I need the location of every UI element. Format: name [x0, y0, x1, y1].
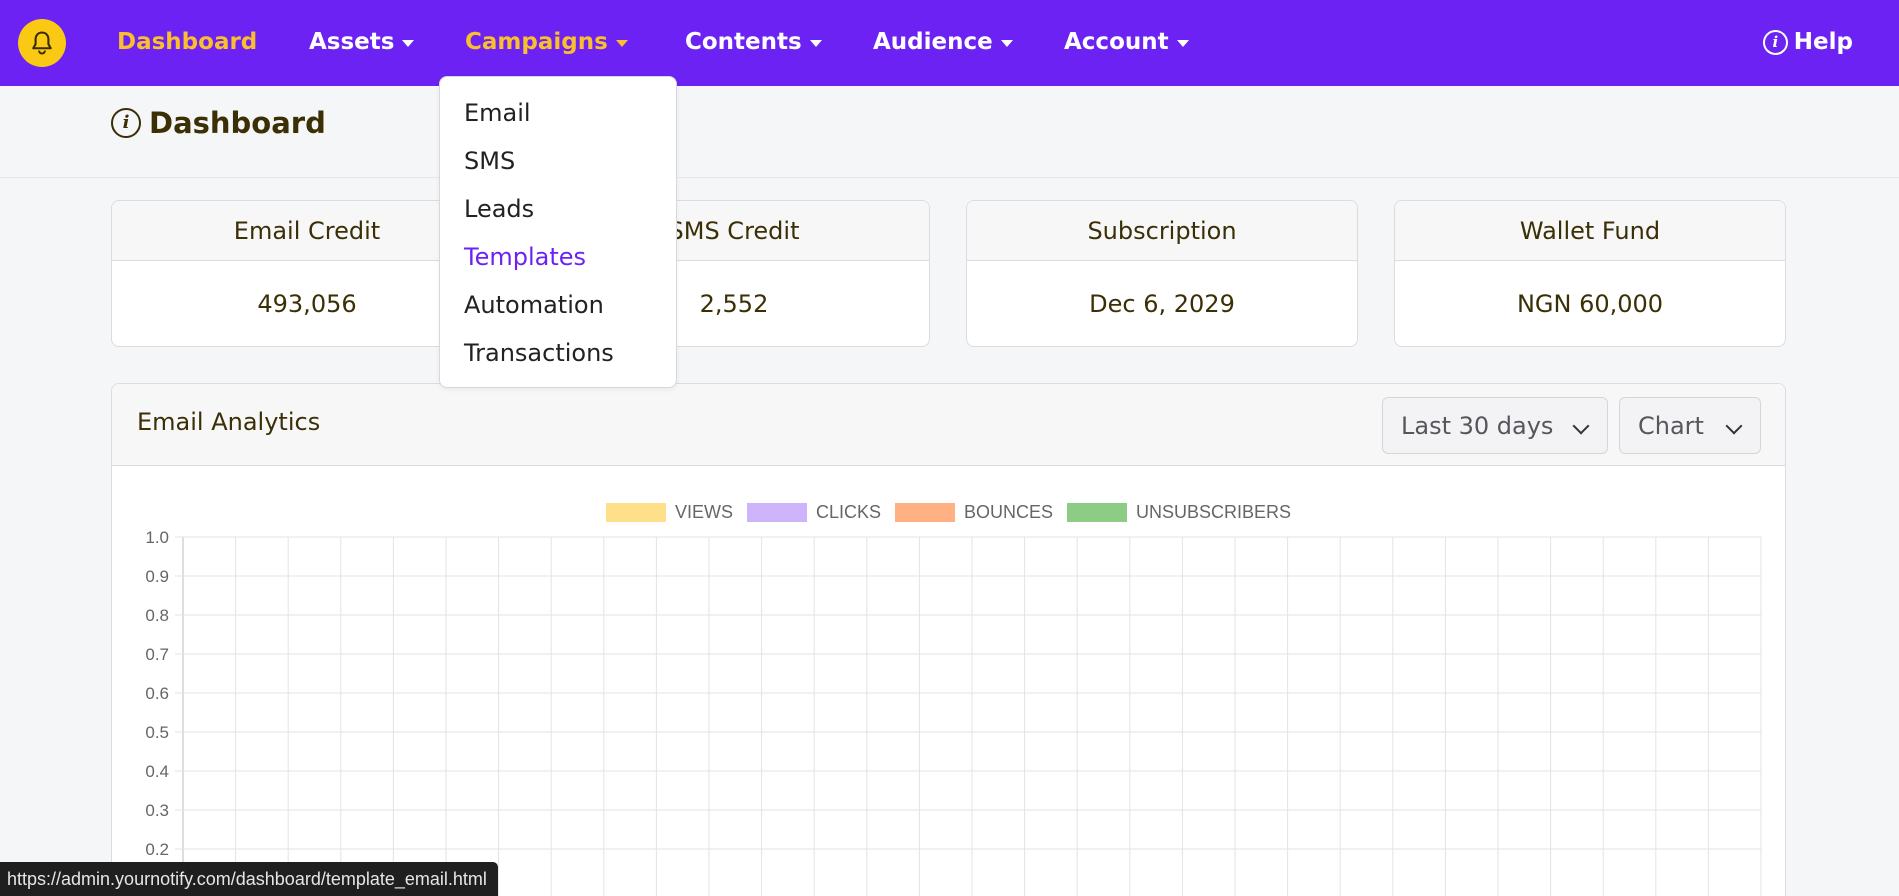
y-tick-label: 0.2	[145, 840, 169, 859]
nav-account-label: Account	[1064, 29, 1169, 55]
menu-item-templates[interactable]: Templates	[440, 233, 676, 281]
card-value: NGN 60,000	[1516, 290, 1664, 318]
menu-item-transactions[interactable]: Transactions	[440, 329, 676, 377]
caret-down-icon	[402, 39, 415, 47]
y-tick-label: 0.4	[145, 762, 169, 781]
y-tick-label: 0.8	[145, 606, 169, 625]
nav-contents[interactable]: Contents	[685, 24, 822, 60]
y-tick-label: 0.6	[145, 684, 169, 703]
link-status-bar: https://admin.yournotify.com/dashboard/t…	[0, 862, 498, 896]
wallet-fund-card: Wallet Fund NGN 60,000	[1394, 200, 1786, 347]
y-tick-label: 0.3	[145, 801, 169, 820]
legend-swatch	[895, 503, 955, 522]
menu-item-leads[interactable]: Leads	[440, 185, 676, 233]
caret-down-icon	[615, 39, 628, 47]
nav-campaigns-label: Campaigns	[465, 29, 608, 55]
date-range-select[interactable]: Last 30 days	[1382, 397, 1608, 454]
legend-label: VIEWS	[674, 502, 733, 522]
nav-contents-label: Contents	[685, 29, 802, 55]
legend-label: BOUNCES	[964, 502, 1054, 522]
analytics-title: Email Analytics	[137, 408, 321, 436]
y-tick-label: 1.0	[145, 528, 169, 547]
nav-audience-label: Audience	[873, 29, 993, 55]
chevron-down-icon	[1725, 417, 1743, 435]
info-icon: i	[1762, 29, 1788, 55]
nav-assets[interactable]: Assets	[309, 24, 415, 60]
subscription-card: Subscription Dec 6, 2029	[966, 200, 1358, 347]
legend-item[interactable]: CLICKS	[746, 502, 881, 523]
nav-assets-label: Assets	[309, 29, 395, 55]
chart-legend: VIEWS CLICKS BOUNCES UNSUBSCRIBERS	[112, 502, 1785, 523]
top-navbar: Dashboard Assets Campaigns Contents Audi…	[0, 0, 1899, 86]
nav-audience[interactable]: Audience	[873, 24, 1013, 60]
y-tick-label: 0.5	[145, 723, 169, 742]
help-label: Help	[1793, 29, 1853, 55]
nav-account[interactable]: Account	[1064, 24, 1189, 60]
nav-campaigns[interactable]: Campaigns	[465, 24, 628, 60]
status-url: https://admin.yournotify.com/dashboard/t…	[7, 868, 487, 889]
legend-swatch	[1067, 503, 1128, 522]
email-analytics-panel: Email Analytics Last 30 days Chart VIEWS…	[111, 383, 1786, 896]
bell-icon	[32, 31, 52, 55]
legend-label: CLICKS	[815, 502, 881, 522]
legend-item[interactable]: VIEWS	[605, 502, 733, 523]
legend-swatch	[746, 503, 807, 522]
view-mode-value: Chart	[1638, 411, 1704, 440]
view-mode-select[interactable]: Chart	[1619, 397, 1761, 454]
notifications-button[interactable]	[18, 19, 66, 67]
info-icon: i	[111, 108, 141, 138]
chevron-down-icon	[1572, 417, 1590, 435]
legend-swatch	[605, 503, 666, 522]
page-header: i Dashboard	[0, 86, 1899, 178]
help-link[interactable]: i Help	[1762, 24, 1853, 60]
menu-item-automation[interactable]: Automation	[440, 281, 676, 329]
caret-down-icon	[809, 39, 822, 47]
caret-down-icon	[1000, 39, 1013, 47]
legend-item[interactable]: UNSUBSCRIBERS	[1067, 502, 1291, 523]
menu-item-sms[interactable]: SMS	[440, 137, 676, 185]
y-tick-label: 0.7	[145, 645, 169, 664]
page-title-text: Dashboard	[149, 106, 326, 140]
card-title: Wallet Fund	[1395, 201, 1785, 261]
caret-down-icon	[1176, 39, 1189, 47]
campaigns-dropdown-menu: Email SMS Leads Templates Automation Tra…	[439, 76, 677, 388]
y-tick-label: 0.9	[145, 567, 169, 586]
card-title: Subscription	[967, 201, 1357, 261]
menu-item-email[interactable]: Email	[440, 89, 676, 137]
page-title: i Dashboard	[111, 106, 326, 140]
analytics-header: Email Analytics Last 30 days Chart	[112, 384, 1785, 466]
date-range-value: Last 30 days	[1401, 411, 1554, 440]
analytics-chart: 1.0 0.9 0.8 0.7 0.6 0.5 0.4 0.3 0.2	[145, 528, 1762, 896]
card-value: Dec 6, 2029	[1089, 290, 1235, 318]
legend-item[interactable]: BOUNCES	[895, 502, 1053, 523]
legend-label: UNSUBSCRIBERS	[1136, 502, 1292, 522]
nav-dashboard[interactable]: Dashboard	[117, 24, 257, 60]
nav-dashboard-label: Dashboard	[117, 29, 258, 55]
